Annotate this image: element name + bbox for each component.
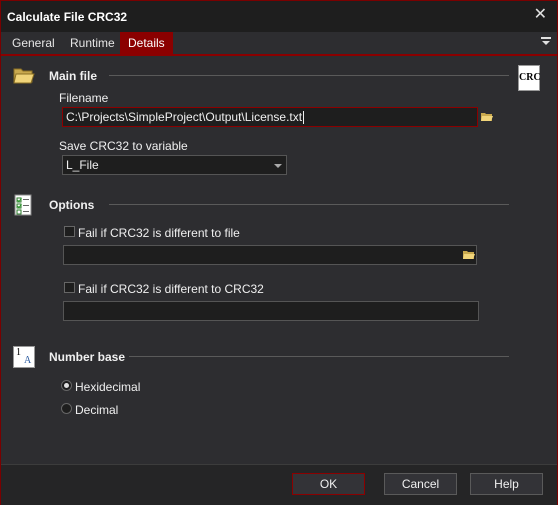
dialog-window: Calculate File CRC32 ✕ General Runtime D… [0, 0, 558, 505]
crc-document-icon: CRC [518, 65, 541, 91]
crc-badge-label: CRC [519, 72, 541, 83]
browse-compare-file-icon[interactable] [462, 248, 476, 262]
number-base-heading: Number base [49, 350, 126, 364]
decimal-label: Decimal [75, 403, 119, 417]
tab-details[interactable]: Details [120, 32, 173, 54]
chevron-down-icon [274, 164, 282, 168]
tab-general[interactable]: General [4, 32, 63, 54]
tab-runtime[interactable]: Runtime [62, 32, 123, 54]
hexidecimal-radio[interactable] [61, 380, 72, 391]
ok-button[interactable]: OK [292, 473, 365, 495]
browse-folder-icon[interactable] [480, 110, 494, 124]
number-base-icon: 1 A [13, 346, 35, 368]
variable-select[interactable]: L_File [62, 155, 287, 175]
folder-open-icon [13, 68, 35, 84]
main-file-heading: Main file [49, 69, 98, 83]
fail-crc-input[interactable] [63, 301, 479, 321]
checklist-icon [14, 194, 32, 216]
text-cursor [303, 111, 305, 125]
options-divider [109, 204, 509, 205]
menu-icon[interactable] [541, 36, 551, 46]
options-heading: Options [49, 198, 95, 212]
cancel-button[interactable]: Cancel [384, 473, 457, 495]
hexidecimal-label: Hexidecimal [75, 380, 141, 394]
fail-file-label: Fail if CRC32 is different to file [78, 226, 240, 240]
tab-bar: General Runtime Details [1, 32, 557, 56]
main-file-divider [109, 75, 509, 76]
filename-label: Filename [59, 91, 109, 105]
decimal-radio[interactable] [61, 403, 72, 414]
fail-file-input[interactable] [63, 245, 477, 265]
fail-file-checkbox[interactable] [64, 226, 75, 237]
help-button[interactable]: Help [470, 473, 543, 495]
fail-crc-label: Fail if CRC32 is different to CRC32 [78, 282, 264, 296]
filename-value: C:\Projects\SimpleProject\Output\License… [66, 110, 303, 124]
button-bar: OK Cancel Help [1, 464, 557, 505]
variable-label: Save CRC32 to variable [59, 139, 188, 153]
fail-crc-checkbox[interactable] [64, 282, 75, 293]
filename-input[interactable]: C:\Projects\SimpleProject\Output\License… [62, 107, 478, 127]
variable-value: L_File [66, 158, 99, 172]
title-bar: Calculate File CRC32 ✕ [1, 1, 557, 32]
number-base-divider [129, 356, 509, 357]
window-title: Calculate File CRC32 [7, 10, 128, 24]
close-icon[interactable]: ✕ [534, 6, 547, 24]
